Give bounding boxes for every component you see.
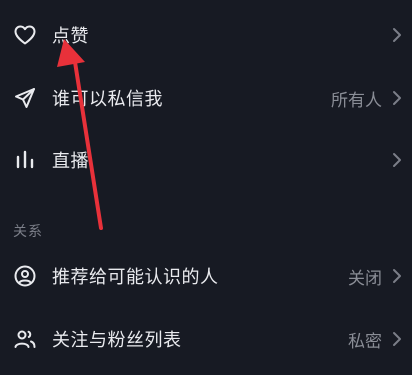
settings-row-who-can-message[interactable]: 谁可以私信我 所有人 xyxy=(0,67,412,129)
heart-icon xyxy=(12,22,38,48)
settings-row-label: 点赞 xyxy=(52,26,89,47)
privacy-settings-screen: 点赞 谁可以私信我 所有人 直播 关系 推荐给可能认识的人 关闭 关注与粉丝列表… xyxy=(0,0,412,375)
chevron-right-icon xyxy=(390,150,404,170)
settings-row-label: 推荐给可能认识的人 xyxy=(52,267,219,288)
live-bars-icon xyxy=(12,147,38,173)
settings-row-value: 关闭 xyxy=(348,268,382,289)
settings-row-recommend-to-contacts[interactable]: 推荐给可能认识的人 关闭 xyxy=(0,245,412,307)
settings-row-label: 谁可以私信我 xyxy=(52,89,163,110)
chevron-right-icon xyxy=(390,88,404,108)
chevron-right-icon xyxy=(390,329,404,349)
users-icon xyxy=(12,326,38,352)
settings-row-label: 直播 xyxy=(52,151,89,172)
settings-row-likes[interactable]: 点赞 xyxy=(0,4,412,66)
settings-row-value: 私密 xyxy=(348,331,382,352)
chevron-right-icon xyxy=(390,266,404,286)
chevron-right-icon xyxy=(390,25,404,45)
settings-row-value: 所有人 xyxy=(331,90,382,111)
user-circle-icon xyxy=(12,263,38,289)
settings-row-live[interactable]: 直播 xyxy=(0,129,412,191)
send-icon xyxy=(12,85,38,111)
section-title-relations: 关系 xyxy=(13,224,43,240)
settings-row-label: 关注与粉丝列表 xyxy=(52,330,182,351)
settings-row-following-followers-list[interactable]: 关注与粉丝列表 私密 xyxy=(0,308,412,370)
